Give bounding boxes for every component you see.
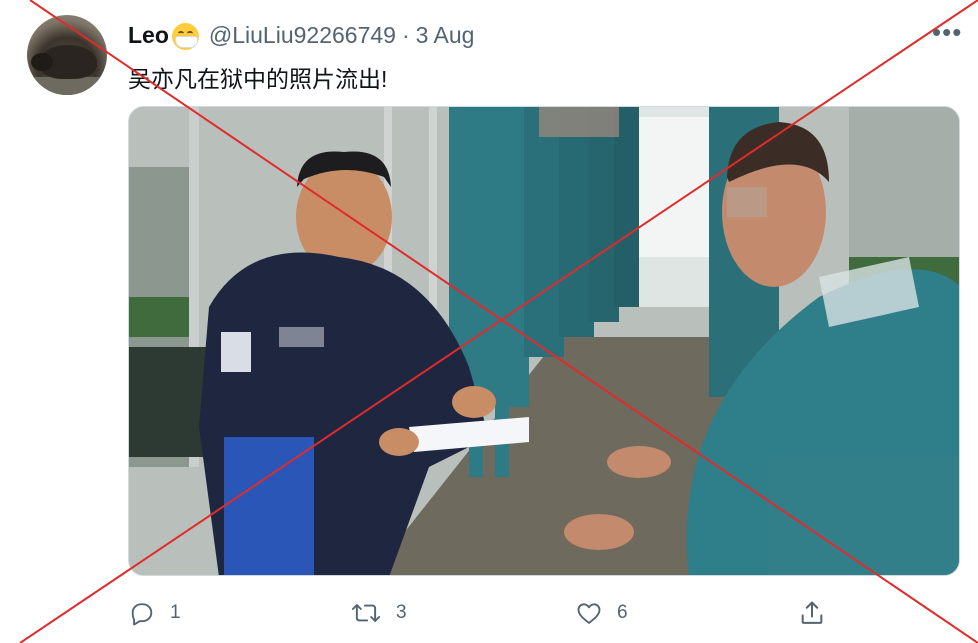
reply-button[interactable]: 1 <box>128 592 181 634</box>
tweet-actions: 1 3 6 <box>0 592 978 634</box>
share-icon <box>801 601 823 624</box>
retweet-count: 3 <box>396 602 407 623</box>
tweet-header: Leo @LiuLiu92266749 · 3 Aug <box>128 20 474 50</box>
avatar-animal-head <box>31 53 53 71</box>
heart-icon <box>577 603 601 624</box>
like-button[interactable]: 6 <box>575 592 628 634</box>
avatar-ground <box>27 77 107 95</box>
tweet-text: 吴亦凡在狱中的照片流出! <box>128 66 388 92</box>
like-count: 6 <box>617 602 628 623</box>
retweet-icon <box>351 604 381 622</box>
share-button[interactable] <box>798 592 840 634</box>
reply-icon <box>131 603 153 626</box>
tweet-media-image[interactable] <box>128 106 960 576</box>
more-horizontal-icon[interactable]: ••• <box>932 19 962 45</box>
mask-emoji-icon <box>171 22 199 50</box>
retweet-button[interactable]: 3 <box>350 592 407 634</box>
separator-dot: · <box>401 21 410 48</box>
avatar[interactable] <box>27 15 107 95</box>
prison-photo <box>129 107 959 575</box>
display-name[interactable]: Leo <box>128 22 169 49</box>
reply-count: 1 <box>170 602 181 623</box>
tweet-date[interactable]: 3 Aug <box>416 22 475 49</box>
user-handle[interactable]: @LiuLiu92266749 <box>209 22 396 49</box>
